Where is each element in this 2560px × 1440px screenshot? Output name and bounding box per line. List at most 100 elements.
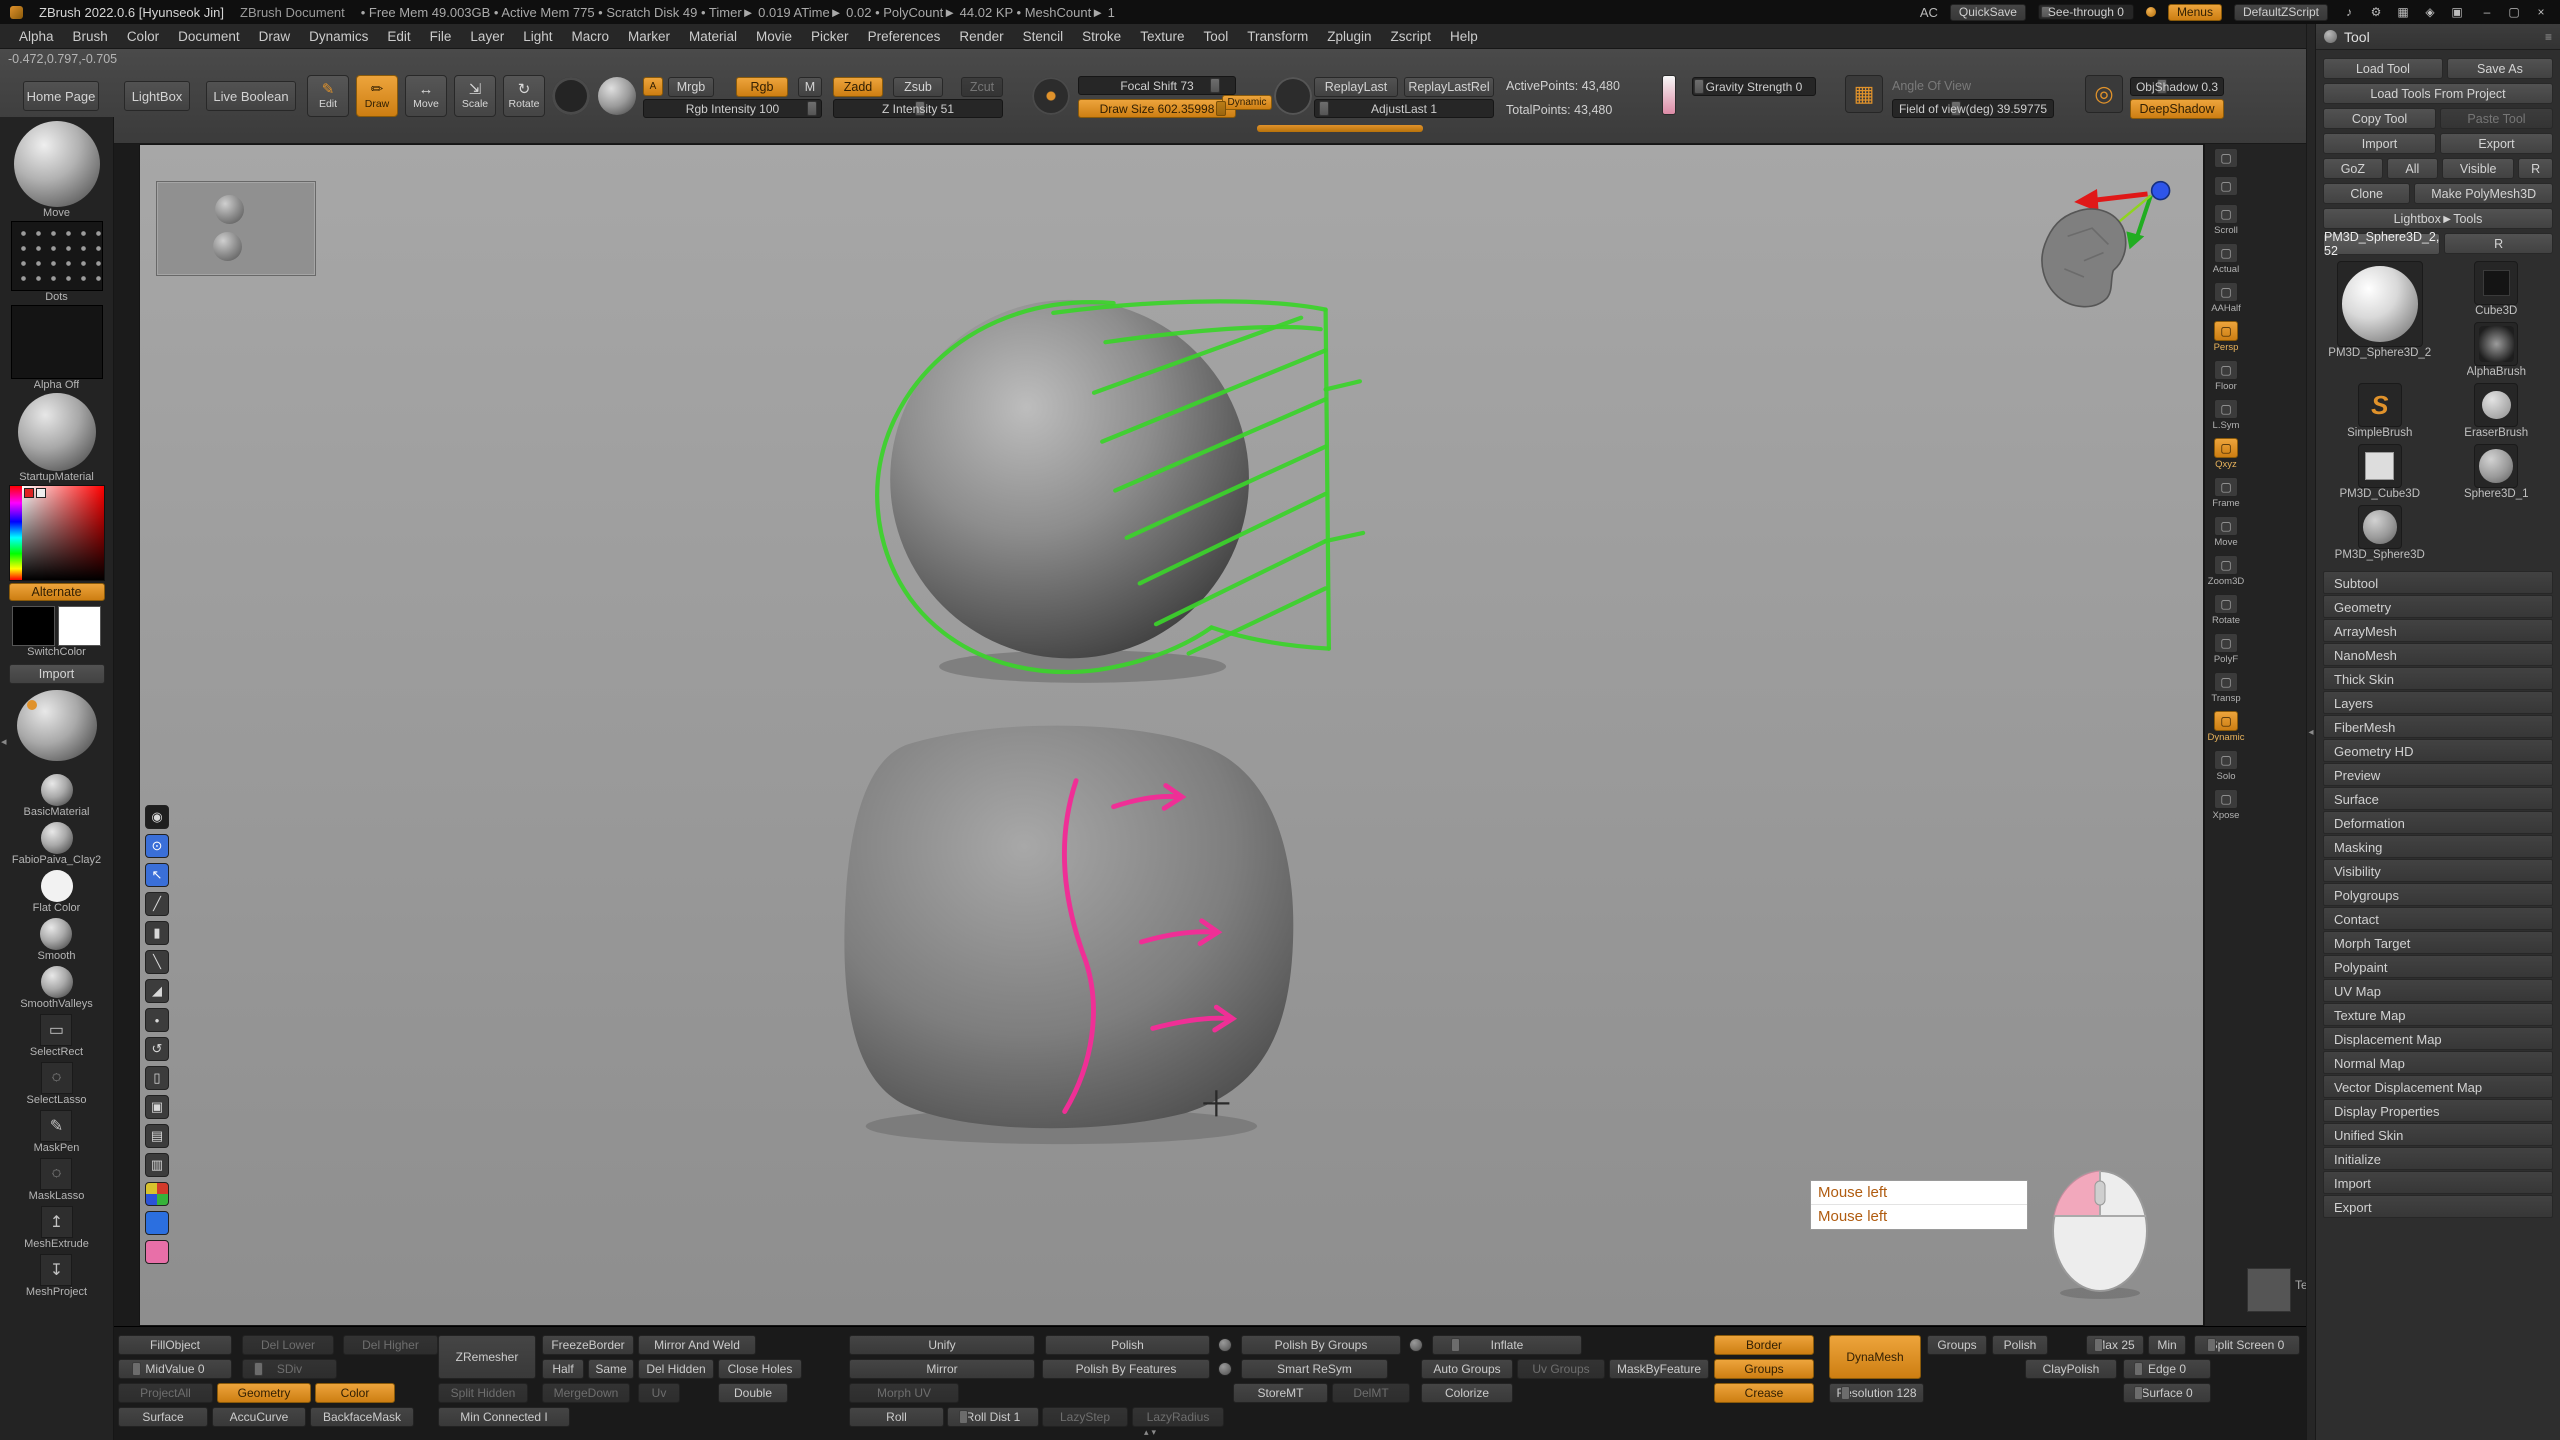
menu-item[interactable]: Brush: [70, 27, 111, 46]
document-icon[interactable]: ▤: [145, 1124, 169, 1148]
goz-button[interactable]: GoZ: [2323, 158, 2383, 179]
blue-swatch[interactable]: [145, 1211, 169, 1235]
tray-item[interactable]: ◌ MaskLasso: [29, 1158, 85, 1206]
titlebar-icon[interactable]: ▣: [2448, 5, 2466, 19]
palette-icon[interactable]: [145, 1182, 169, 1206]
tray-item-thumb[interactable]: [41, 870, 73, 902]
visibility-icon[interactable]: ⊙: [145, 834, 169, 858]
dock-button[interactable]: Polish By Features: [1042, 1359, 1210, 1379]
dock-button[interactable]: BackfaceMask: [310, 1407, 414, 1427]
xpose-button[interactable]: Xpose: [2213, 789, 2240, 821]
live-boolean-button[interactable]: Live Boolean: [206, 81, 296, 111]
tool-section-header[interactable]: Initialize: [2323, 1147, 2553, 1170]
layers-icon[interactable]: ▥: [145, 1153, 169, 1177]
paste-tool-button[interactable]: Paste Tool: [2440, 108, 2553, 129]
perspective-grid-icon[interactable]: ▦: [1845, 75, 1883, 113]
dock-button[interactable]: Auto Groups: [1421, 1359, 1513, 1379]
focal-shift-icon[interactable]: [1032, 77, 1070, 115]
dock-button[interactable]: Split Hidden: [438, 1383, 528, 1403]
mode-button[interactable]: ⇲ Scale: [454, 75, 496, 117]
tool-section-header[interactable]: Thick Skin: [2323, 667, 2553, 690]
dock-button[interactable]: Del Higher: [343, 1335, 438, 1355]
menu-item[interactable]: Zplugin: [1324, 27, 1374, 46]
pink-swatch[interactable]: [145, 1240, 169, 1264]
slider-handle[interactable]: [1210, 78, 1220, 93]
tray-item-thumb[interactable]: ↥: [41, 1206, 73, 1238]
menu-item[interactable]: Color: [124, 27, 162, 46]
tray-item[interactable]: ↥ MeshExtrude: [24, 1206, 89, 1254]
load-tools-from-project-button[interactable]: Load Tools From Project: [2323, 83, 2553, 104]
rgb-intensity-slider[interactable]: Rgb Intensity 100: [643, 99, 822, 118]
dock-button[interactable]: Surface: [118, 1407, 208, 1427]
dock-button[interactable]: DelMT: [1332, 1383, 1410, 1403]
dock-button[interactable]: FreezeBorder: [542, 1335, 634, 1355]
tray-item[interactable]: FabioPaiva_Clay2: [12, 822, 101, 870]
see-through-slider[interactable]: See-through 0: [2038, 4, 2134, 20]
import-button[interactable]: Import: [2323, 133, 2436, 154]
stroke-type-preview[interactable]: [11, 221, 103, 291]
dock-button[interactable]: [1218, 1362, 1232, 1376]
dock-button[interactable]: Crease: [1714, 1383, 1814, 1403]
dock-button[interactable]: [1409, 1338, 1423, 1352]
stroke-preview-icon[interactable]: [552, 77, 590, 115]
dock-button[interactable]: Roll Dist 1: [947, 1407, 1039, 1427]
minimize-button[interactable]: –: [2478, 5, 2496, 19]
menu-item[interactable]: Layer: [467, 27, 507, 46]
dock-button[interactable]: MaskByFeature: [1609, 1359, 1709, 1379]
menu-item[interactable]: Zscript: [1388, 27, 1435, 46]
secondary-color-swatch[interactable]: [36, 488, 46, 498]
tray-item-thumb[interactable]: [17, 690, 97, 761]
tray-item-thumb[interactable]: ◌: [40, 1158, 72, 1190]
mode-button[interactable]: ↔ Move: [405, 75, 447, 117]
lightbox-button[interactable]: LightBox: [124, 81, 190, 111]
dock-button[interactable]: Edge 0: [2123, 1359, 2211, 1379]
picker-icon[interactable]: ◉: [145, 805, 169, 829]
tool-section-header[interactable]: Import: [2323, 1171, 2553, 1194]
dock-button[interactable]: [1218, 1338, 1232, 1352]
save-as-button[interactable]: Save As: [2447, 58, 2553, 79]
palette-menu-icon[interactable]: ≡: [2545, 30, 2552, 44]
tool-section-header[interactable]: Morph Target: [2323, 931, 2553, 954]
tool-section-header[interactable]: Polygroups: [2323, 883, 2553, 906]
dock-button[interactable]: MidValue 0: [118, 1359, 232, 1379]
default-zscript-button[interactable]: DefaultZScript: [2234, 4, 2328, 21]
scroll-button[interactable]: Scroll: [2214, 204, 2238, 236]
active-tool-name[interactable]: PM3D_Sphere3D_2, 52: [2323, 233, 2440, 255]
menu-item[interactable]: Preferences: [865, 27, 944, 46]
zcut-button[interactable]: Zcut: [961, 77, 1003, 97]
dock-button[interactable]: AccuCurve: [212, 1407, 306, 1427]
menu-item[interactable]: Macro: [568, 27, 612, 46]
dock-button[interactable]: Colorize: [1421, 1383, 1513, 1403]
dock-button[interactable]: LazyStep: [1042, 1407, 1128, 1427]
undo-icon[interactable]: ↺: [145, 1037, 169, 1061]
dock-button[interactable]: Polish: [1045, 1335, 1210, 1355]
tray-item[interactable]: [17, 690, 97, 774]
alpha-preview[interactable]: [11, 305, 103, 379]
replay-icon[interactable]: [1274, 77, 1312, 115]
tool-section-header[interactable]: Preview: [2323, 763, 2553, 786]
lsym-button[interactable]: L.Sym: [2213, 399, 2240, 431]
tray-item-thumb[interactable]: ✎: [40, 1110, 72, 1142]
dock-button[interactable]: Close Holes: [718, 1359, 802, 1379]
menu-item[interactable]: Tool: [1200, 27, 1231, 46]
dock-button[interactable]: Mirror: [849, 1359, 1035, 1379]
tool-section-header[interactable]: Geometry: [2323, 595, 2553, 618]
tool-r-button[interactable]: R: [2444, 233, 2553, 254]
tray-item-thumb[interactable]: [41, 822, 73, 854]
load-tool-button[interactable]: Load Tool: [2323, 58, 2443, 79]
replay-last-rel-button[interactable]: ReplayLastRel: [1404, 77, 1494, 97]
solo-button[interactable]: Solo: [2214, 750, 2238, 782]
menu-item[interactable]: Document: [175, 27, 243, 46]
menu-item[interactable]: Draw: [256, 27, 294, 46]
slider-handle[interactable]: [807, 101, 817, 116]
tool-thumbnail[interactable]: Cube3D: [2440, 261, 2554, 319]
menu-item[interactable]: Marker: [625, 27, 673, 46]
dock-button[interactable]: Del Hidden: [638, 1359, 714, 1379]
make-polymesh3d-button[interactable]: Make PolyMesh3D: [2414, 183, 2553, 204]
slider-handle[interactable]: [1216, 101, 1226, 116]
quicksave-button[interactable]: QuickSave: [1950, 4, 2026, 21]
clone-button[interactable]: Clone: [2323, 183, 2410, 204]
dock-button[interactable]: Uv Groups: [1517, 1359, 1605, 1379]
material-preview-icon[interactable]: [598, 77, 636, 115]
export-button[interactable]: Export: [2440, 133, 2553, 154]
